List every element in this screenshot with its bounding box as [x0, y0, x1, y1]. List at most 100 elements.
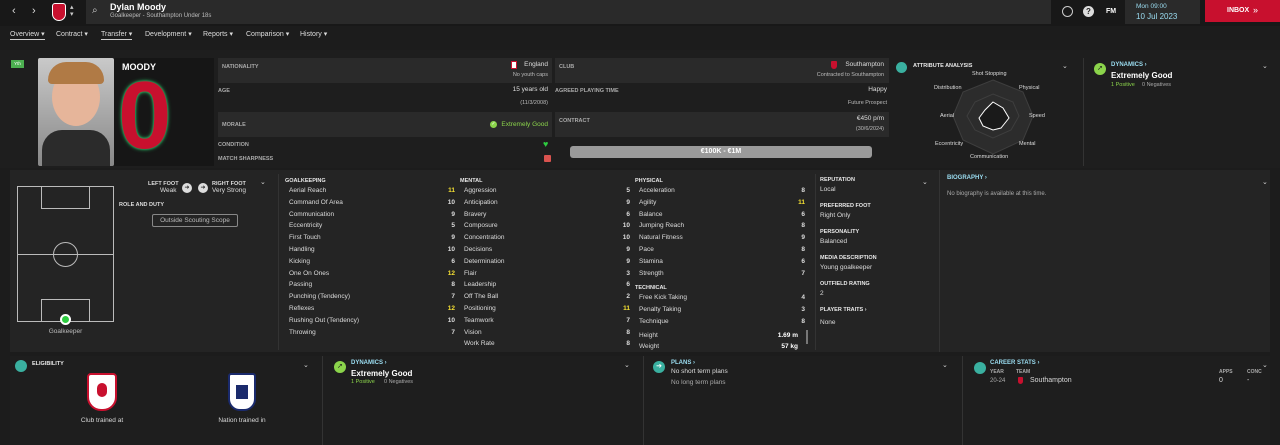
attribute-value: 9: [626, 257, 630, 265]
attribute-row[interactable]: Natural Fitness 9: [635, 232, 805, 243]
divider: [962, 356, 963, 445]
attribute-row[interactable]: Balance 6: [635, 209, 805, 220]
attribute-row[interactable]: Anticipation 9: [460, 197, 630, 208]
biography-link[interactable]: BIOGRAPHY ›: [947, 175, 987, 181]
attribute-name: Aerial Reach: [289, 187, 327, 194]
attribute-row[interactable]: First Touch 9: [285, 232, 455, 243]
attribute-name: Jumping Reach: [639, 222, 685, 230]
fm-logo[interactable]: FM: [1106, 8, 1116, 15]
transfer-value-bar[interactable]: €100K - €1M: [570, 146, 872, 158]
attribute-row[interactable]: Communication 9: [285, 209, 455, 220]
analysis-chevron-icon[interactable]: ⌄: [1062, 62, 1068, 70]
club-crest-icon[interactable]: [52, 3, 66, 21]
attribute-name: Communication: [289, 210, 335, 218]
attribute-row[interactable]: Stamina 6: [635, 256, 805, 267]
attribute-row[interactable]: Rushing Out (Tendency) 10: [285, 315, 455, 326]
tab-comparison[interactable]: Comparison ▾: [246, 30, 289, 38]
attribute-row[interactable]: Composure 10: [460, 220, 630, 231]
ball-icon[interactable]: [1062, 6, 1073, 17]
attribute-row[interactable]: Bravery 6: [460, 209, 630, 220]
attribute-name: Agility: [639, 198, 657, 206]
attribute-value: 8: [626, 340, 630, 348]
career-team[interactable]: Southampton: [1030, 377, 1072, 384]
attribute-name: Positioning: [464, 305, 496, 312]
tab-transfer[interactable]: Transfer ▾: [101, 30, 133, 40]
attribute-row[interactable]: One On Ones 12: [285, 268, 455, 279]
date: 10 Jul 2023: [1136, 12, 1178, 21]
attribute-row[interactable]: Strength 7: [635, 268, 805, 279]
traits-link[interactable]: PLAYER TRAITS ›: [820, 307, 867, 313]
attribute-row[interactable]: Acceleration 8: [635, 185, 805, 196]
attribute-row[interactable]: Off The Ball 2: [460, 291, 630, 302]
help-icon[interactable]: ?: [1083, 6, 1094, 17]
physical-title: PHYSICAL: [635, 178, 663, 184]
attribute-row[interactable]: Eccentricity 5: [285, 220, 455, 231]
attribute-row[interactable]: Punching (Tendency) 7: [285, 291, 455, 302]
attribute-row[interactable]: Work Rate 8: [460, 338, 630, 349]
eligibility-title: ELIGIBILITY: [32, 361, 64, 367]
attribute-row[interactable]: Jumping Reach 8: [635, 220, 805, 231]
forward-arrow-icon[interactable]: ›: [32, 5, 36, 17]
attribute-row[interactable]: Agility 11: [635, 197, 805, 208]
attribute-row[interactable]: Flair 3: [460, 268, 630, 279]
dynamics2-link[interactable]: DYNAMICS ›: [351, 360, 387, 366]
plans-link[interactable]: PLANS ›: [671, 360, 695, 366]
attribute-row[interactable]: Technique 8: [635, 316, 805, 327]
plans-chevron-icon[interactable]: ⌄: [942, 361, 948, 369]
attribute-row[interactable]: Reflexes 12: [285, 303, 455, 314]
attribute-value: 9: [801, 234, 805, 242]
contract-label: CONTRACT: [559, 118, 590, 124]
attribute-row[interactable]: Aggression 5: [460, 185, 630, 196]
inbox-label: INBOX: [1227, 7, 1250, 14]
team-crest-icon: [1018, 377, 1023, 384]
tab-contract[interactable]: Contract ▾: [56, 30, 88, 38]
attribute-row[interactable]: Vision 8: [460, 327, 630, 338]
attribute-row[interactable]: Pace 8: [635, 244, 805, 255]
attribute-row[interactable]: Leadership 6: [460, 279, 630, 290]
attribute-row[interactable]: Command Of Area 10: [285, 197, 455, 208]
inbox-button[interactable]: INBOX »: [1205, 0, 1280, 22]
attribute-row[interactable]: Concentration 10: [460, 232, 630, 243]
outfield: 2: [820, 290, 824, 297]
attribute-name: Decisions: [464, 246, 493, 253]
tab-bar: [0, 28, 1280, 42]
attribute-row[interactable]: Determination 9: [460, 256, 630, 267]
attribute-row[interactable]: Teamwork 7: [460, 315, 630, 326]
weight-label: Weight: [639, 343, 660, 350]
dynamics2-negative: 0 Negatives: [384, 379, 414, 385]
dynamics2-chevron-icon[interactable]: ⌄: [624, 361, 630, 369]
scrollbar[interactable]: [806, 330, 808, 344]
attribute-row[interactable]: Passing 8: [285, 279, 455, 290]
attribute-row[interactable]: Decisions 9: [460, 244, 630, 255]
attribute-row[interactable]: Aerial Reach 11: [285, 185, 455, 196]
back-arrow-icon[interactable]: ‹: [12, 5, 16, 17]
apt-label: AGREED PLAYING TIME: [555, 88, 619, 94]
career-chevron-icon[interactable]: ⌄: [1262, 361, 1268, 369]
dynamics-chevron-icon[interactable]: ⌄: [1262, 62, 1268, 70]
attribute-row[interactable]: Throwing 7: [285, 327, 455, 338]
attribute-value: 12: [447, 305, 455, 312]
tab-development[interactable]: Development ▾: [145, 30, 192, 38]
scouting-button[interactable]: Outside Scouting Scope: [152, 214, 238, 227]
tab-history[interactable]: History ▾: [300, 30, 327, 38]
attribute-row[interactable]: Free Kick Taking 4: [635, 292, 805, 303]
details-chevron-icon[interactable]: ⌄: [922, 178, 928, 186]
attribute-row[interactable]: Kicking 6: [285, 256, 455, 267]
feet-chevron-icon[interactable]: ⌄: [260, 178, 266, 186]
dynamics-link[interactable]: DYNAMICS ›: [1111, 62, 1147, 68]
bio-chevron-icon[interactable]: ⌄: [1262, 178, 1268, 186]
search-icon[interactable]: ⌕: [92, 5, 98, 16]
attribute-row[interactable]: Positioning 11: [460, 303, 630, 314]
player-subtitle: Goalkeeper - Southampton Under 18s: [110, 13, 212, 19]
tab-reports[interactable]: Reports ▾: [203, 30, 233, 38]
career-link[interactable]: CAREER STATS ›: [990, 360, 1039, 366]
pitch: [17, 186, 114, 325]
attribute-row[interactable]: Handling 10: [285, 244, 455, 255]
personality: Balanced: [820, 238, 848, 245]
eligibility-chevron-icon[interactable]: ⌄: [303, 361, 309, 369]
axis-eccentricity: Eccentricity: [935, 141, 964, 147]
attribute-row[interactable]: Penalty Taking 3: [635, 304, 805, 315]
up-down-arrows-icon[interactable]: ▴ ▾: [70, 4, 74, 18]
club: Southampton: [845, 61, 884, 68]
tab-overview[interactable]: Overview ▾: [10, 30, 45, 40]
